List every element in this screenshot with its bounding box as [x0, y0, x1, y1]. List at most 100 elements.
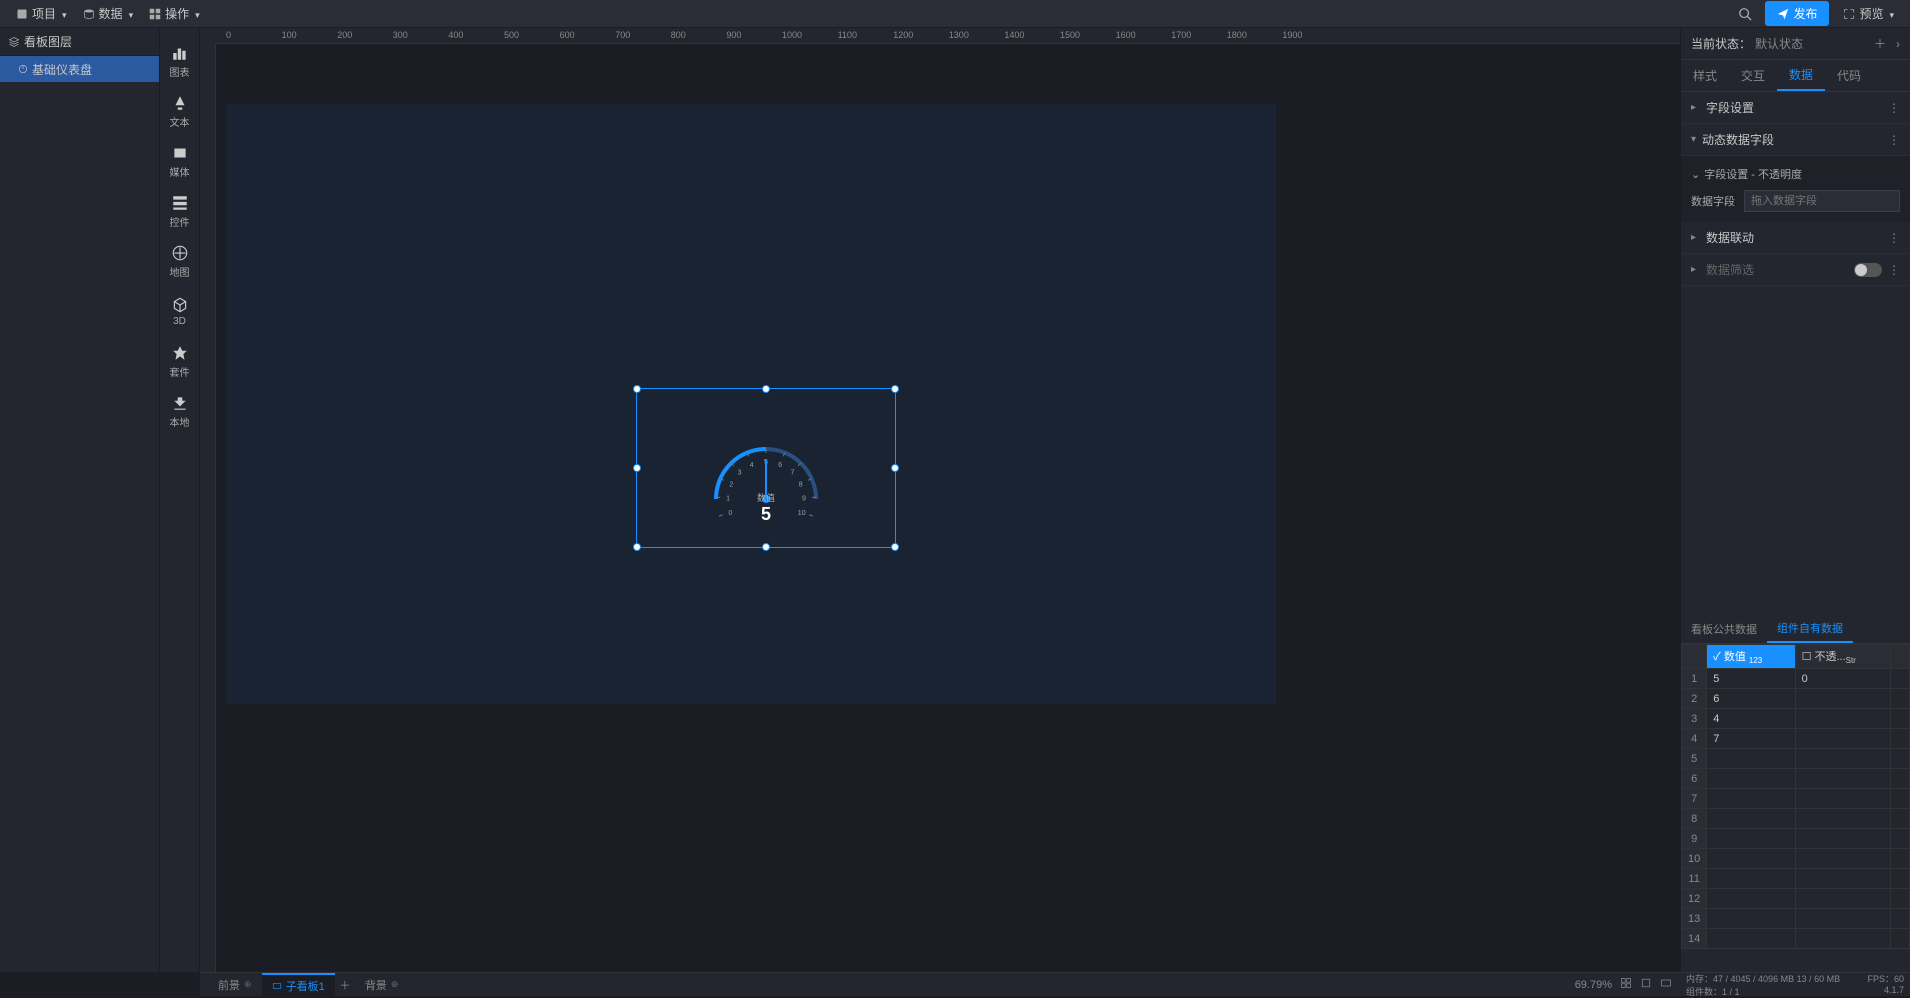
table-col-opacity[interactable]: ☐ 不透...Str [1795, 645, 1891, 669]
comp-chart-label: 图表 [170, 64, 190, 79]
actual-size-icon[interactable] [1660, 977, 1672, 992]
resize-handle-mr[interactable] [891, 464, 899, 472]
menu-data-label: 数据 [99, 5, 123, 22]
comp-media[interactable]: 媒体 [160, 136, 200, 186]
tab-style[interactable]: 样式 [1681, 60, 1729, 91]
search-icon[interactable] [1731, 0, 1759, 28]
table-row[interactable]: 26 [1682, 689, 1910, 709]
resize-handle-tm[interactable] [762, 385, 770, 393]
layer-item-gauge[interactable]: 基础仪表盘 [0, 56, 159, 82]
resize-handle-bm[interactable] [762, 543, 770, 551]
data-field-input[interactable] [1744, 190, 1900, 212]
more-icon[interactable]: ⋮ [1888, 133, 1900, 147]
foreground-label: 前景 [218, 977, 240, 993]
zoom-level: 69.79% [1575, 979, 1612, 991]
canvas-viewport[interactable]: 012345678910 数值 5 [216, 44, 1680, 972]
resize-handle-ml[interactable] [633, 464, 641, 472]
table-row[interactable]: 47 [1682, 729, 1910, 749]
add-foreground-icon[interactable]: ⊕ [244, 979, 252, 990]
menu-operation[interactable]: 操作 [141, 0, 208, 27]
comp-suite[interactable]: 套件 [160, 336, 200, 386]
more-icon[interactable]: ⋮ [1888, 263, 1900, 277]
state-label: 当前状态： [1691, 35, 1751, 52]
table-row[interactable]: 6 [1682, 769, 1910, 789]
bottom-tab-background[interactable]: 背景 ⊕ [355, 973, 409, 996]
sub-panel-header[interactable]: ⌄ 字段设置 - 不透明度 [1691, 162, 1900, 186]
more-icon[interactable]: ⋮ [1888, 101, 1900, 115]
menu-project[interactable]: 项目 [8, 0, 75, 27]
comp-chart[interactable]: 图表 [160, 36, 200, 86]
add-background-icon[interactable]: ⊕ [391, 979, 399, 990]
fps-label: FPS： [1867, 974, 1894, 984]
prop-data-link[interactable]: 数据联动 ⋮ [1681, 222, 1910, 254]
comp-suite-label: 套件 [170, 364, 190, 379]
add-state-icon[interactable]: ＋ [1874, 35, 1886, 52]
prop-field-settings[interactable]: 字段设置 ⋮ [1681, 92, 1910, 124]
publish-button[interactable]: 发布 [1765, 1, 1829, 26]
state-value: 默认状态 [1755, 35, 1803, 52]
svg-text:3: 3 [738, 470, 742, 477]
svg-text:7: 7 [790, 470, 794, 477]
table-row[interactable]: 10 [1682, 849, 1910, 869]
layer-panel-header: 看板图层 [0, 28, 159, 56]
data-table[interactable]: ✓ 数值 123 ☐ 不透...Str 15026344756789101112… [1681, 644, 1910, 972]
comp-3d-label: 3D [173, 316, 186, 327]
add-subboard-button[interactable]: ＋ [335, 975, 355, 995]
layer-panel: 看板图层 基础仪表盘 [0, 28, 160, 972]
resize-handle-tl[interactable] [633, 385, 641, 393]
chevron-down-icon: ⌄ [1691, 168, 1700, 181]
tab-code[interactable]: 代码 [1825, 60, 1873, 91]
cube-icon [171, 296, 189, 314]
resize-handle-tr[interactable] [891, 385, 899, 393]
expand-icon[interactable] [1640, 977, 1652, 992]
table-col-value[interactable]: ✓ 数值 123 [1707, 645, 1795, 669]
comp-media-label: 媒体 [170, 164, 190, 179]
chevron-right-icon[interactable]: › [1896, 37, 1900, 51]
data-tab-component[interactable]: 组件自有数据 [1767, 614, 1853, 643]
comp-map[interactable]: 地图 [160, 236, 200, 286]
prop-data-filter[interactable]: 数据筛选 ⋮ [1681, 254, 1910, 286]
table-row[interactable]: 13 [1682, 909, 1910, 929]
table-row[interactable]: 11 [1682, 869, 1910, 889]
state-header: 当前状态： 默认状态 ＋ › [1681, 28, 1910, 60]
table-row[interactable]: 8 [1682, 809, 1910, 829]
prop-dynamic-fields[interactable]: ▾ 动态数据字段 ⋮ [1681, 124, 1910, 156]
menu-data[interactable]: 数据 [75, 0, 142, 27]
canvas-area[interactable]: 0100200300400500600700800900100011001200… [200, 28, 1680, 972]
comp-count-label: 组件数： [1686, 987, 1722, 997]
fit-icon[interactable] [1620, 977, 1632, 992]
data-filter-toggle[interactable] [1854, 263, 1882, 277]
svg-text:2: 2 [729, 482, 733, 489]
table-row[interactable]: 14 [1682, 929, 1910, 949]
data-field-label: 数据字段 [1691, 193, 1736, 209]
table-row[interactable]: 9 [1682, 829, 1910, 849]
menu-project-label: 项目 [32, 5, 56, 22]
table-row[interactable]: 7 [1682, 789, 1910, 809]
table-row[interactable]: 150 [1682, 669, 1910, 689]
property-tabs: 样式 交互 数据 代码 [1681, 60, 1910, 92]
table-row[interactable]: 34 [1682, 709, 1910, 729]
resize-handle-br[interactable] [891, 543, 899, 551]
table-row[interactable]: 12 [1682, 889, 1910, 909]
comp-control[interactable]: 控件 [160, 186, 200, 236]
comp-local-label: 本地 [170, 414, 190, 429]
more-icon[interactable]: ⋮ [1888, 231, 1900, 245]
chevron-down-icon: ▾ [1691, 134, 1696, 145]
data-tab-board[interactable]: 看板公共数据 [1681, 614, 1767, 643]
comp-text[interactable]: 文本 [160, 86, 200, 136]
bottom-tab-subboard[interactable]: 子看板1 [262, 973, 335, 996]
table-row[interactable]: 5 [1682, 749, 1910, 769]
bottom-tab-foreground[interactable]: 前景 ⊕ [208, 973, 262, 996]
preview-label: 预览 [1859, 5, 1883, 22]
tab-interact[interactable]: 交互 [1729, 60, 1777, 91]
prop-dynamic-fields-label: 动态数据字段 [1702, 131, 1774, 148]
comp-3d[interactable]: 3D [160, 286, 200, 336]
preview-button[interactable]: 预览 [1835, 1, 1902, 26]
comp-local[interactable]: 本地 [160, 386, 200, 436]
resize-handle-bl[interactable] [633, 543, 641, 551]
svg-text:4: 4 [750, 462, 754, 469]
selection-box[interactable]: 012345678910 数值 5 [636, 388, 896, 548]
tab-data[interactable]: 数据 [1777, 60, 1825, 91]
chevron-right-icon [1691, 102, 1700, 113]
chevron-right-icon [1691, 264, 1700, 275]
